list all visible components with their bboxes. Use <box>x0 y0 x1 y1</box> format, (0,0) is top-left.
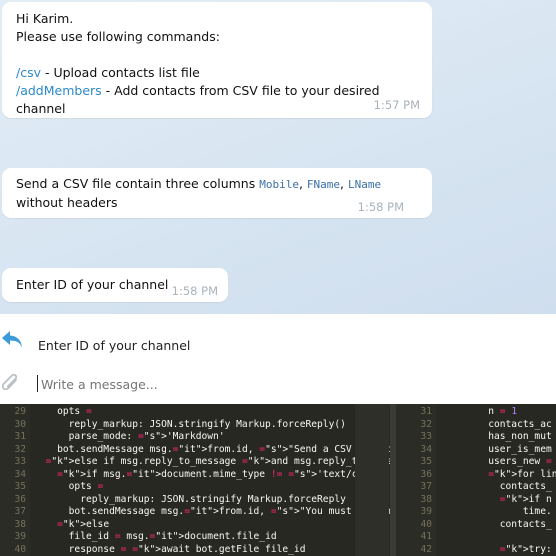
code-line: ="k">if msg.="it">document.mime_type != … <box>57 468 375 480</box>
message-intro: Please use following commands: <box>16 29 220 44</box>
message-input[interactable] <box>39 373 543 395</box>
code-line: bot.sendMessage msg.="it">from.id, ="s">… <box>34 443 392 455</box>
line-number: 42 <box>420 543 432 555</box>
column-name-mobile: Mobile <box>259 178 299 191</box>
line-number: 35 <box>420 456 432 467</box>
line-number: 32 <box>420 418 432 430</box>
command-line-addmembers: /addMembers - Add contacts from CSV file… <box>16 82 432 118</box>
line-number: 31 <box>420 406 432 417</box>
message-composer <box>0 364 556 404</box>
line-number: 31 <box>14 431 26 442</box>
message-bubble-enter-id: Enter ID of your channel 1:58 PM <box>2 268 228 302</box>
line-number: 30 <box>14 418 26 430</box>
code-line: ="k">else if msg.reply_to_message ="k">a… <box>45 456 392 467</box>
code-line: ="k">else <box>57 518 110 530</box>
code-line: users_new = <box>442 456 552 467</box>
line-number: 37 <box>420 481 432 492</box>
code-line: contacts_ <box>442 481 552 492</box>
command-link-csv[interactable]: /csv <box>16 65 41 80</box>
line-number: 33 <box>420 431 432 442</box>
line-number: 29 <box>14 406 26 417</box>
line-number: 39 <box>14 531 26 542</box>
code-line: contacts_ac <box>442 418 552 430</box>
code-line: opts = <box>34 406 92 417</box>
reply-arrow-icon[interactable] <box>0 328 24 354</box>
column-name-fname: FName <box>306 178 341 191</box>
code-line: has_non_mut <box>442 431 552 442</box>
code-line: response = ="k">await bot.getFile file_i… <box>34 543 306 555</box>
reply-preview-text: Enter ID of your channel <box>38 338 191 353</box>
line-number: 37 <box>14 506 26 517</box>
message-bubble-csv-instructions: Send a CSV file contain three columns Mo… <box>2 168 432 218</box>
line-number: 40 <box>420 518 432 530</box>
command-desc-csv: - Upload contacts list file <box>41 65 200 80</box>
message-time: 1:58 PM <box>357 200 404 214</box>
code-line: reply_markup: JSON.stringify Markup.forc… <box>34 418 346 430</box>
message-time: 1:57 PM <box>373 98 420 112</box>
line-number: 40 <box>14 543 26 555</box>
line-number: 36 <box>14 493 26 505</box>
message-greeting: Hi Karim. <box>16 11 74 26</box>
code-line: bot.sendMessage msg.="it">from.id, ="s">… <box>34 506 392 517</box>
code-line: time. <box>442 506 552 517</box>
line-number: 41 <box>420 531 432 542</box>
line-number: 32 <box>14 443 26 455</box>
code-line: user_is_mem <box>442 443 552 455</box>
message-bubble-commands: Hi Karim. Please use following commands:… <box>2 2 432 118</box>
line-number: 34 <box>14 468 26 480</box>
code-editor-background: 29 opts = 30 reply_markup: JSON.stringif… <box>0 404 556 556</box>
editor-minimap <box>355 404 389 556</box>
line-number: 39 <box>420 506 432 517</box>
code-line: opts = <box>34 481 104 492</box>
command-line-csv: /csv - Upload contacts list file <box>16 64 432 82</box>
code-line: file_id = msg.="it">document.file_id <box>34 531 277 542</box>
paperclip-icon[interactable] <box>0 372 22 400</box>
code-line: ="k">if n % 50 <box>499 493 556 505</box>
code-line: reply_markup: JSON.stringify Markup.forc… <box>34 493 346 505</box>
line-number: 38 <box>420 493 432 505</box>
editor-pane-right: 31 n = 1 32 contacts_ac 33 has_non_mut 34 u… <box>396 404 556 556</box>
message-text: Enter ID of your channel <box>16 277 169 292</box>
code-line: ="k">for line ="k">in <box>488 468 556 480</box>
line-number: 36 <box>420 468 432 480</box>
command-link-addmembers[interactable]: /addMembers <box>16 83 102 98</box>
code-line: ="k">try: <box>499 543 552 555</box>
line-number: 34 <box>420 443 432 455</box>
column-name-lname: LName <box>347 178 382 191</box>
chat-history[interactable]: Hi Karim. Please use following commands:… <box>0 0 556 314</box>
editor-pane-left: 29 opts = 30 reply_markup: JSON.stringif… <box>0 404 392 556</box>
code-line: parse_mode: ="s">'Markdown' <box>34 431 225 442</box>
code-line: contacts_ <box>442 518 552 530</box>
line-number: 33 <box>14 456 26 467</box>
line-number: 35 <box>14 481 26 492</box>
code-line: n = 1 <box>442 406 518 417</box>
message-text: Send a CSV file contain three columns Mo… <box>16 176 382 210</box>
text-cursor <box>37 375 38 392</box>
line-number: 38 <box>14 518 26 530</box>
message-time: 1:58 PM <box>171 284 218 298</box>
